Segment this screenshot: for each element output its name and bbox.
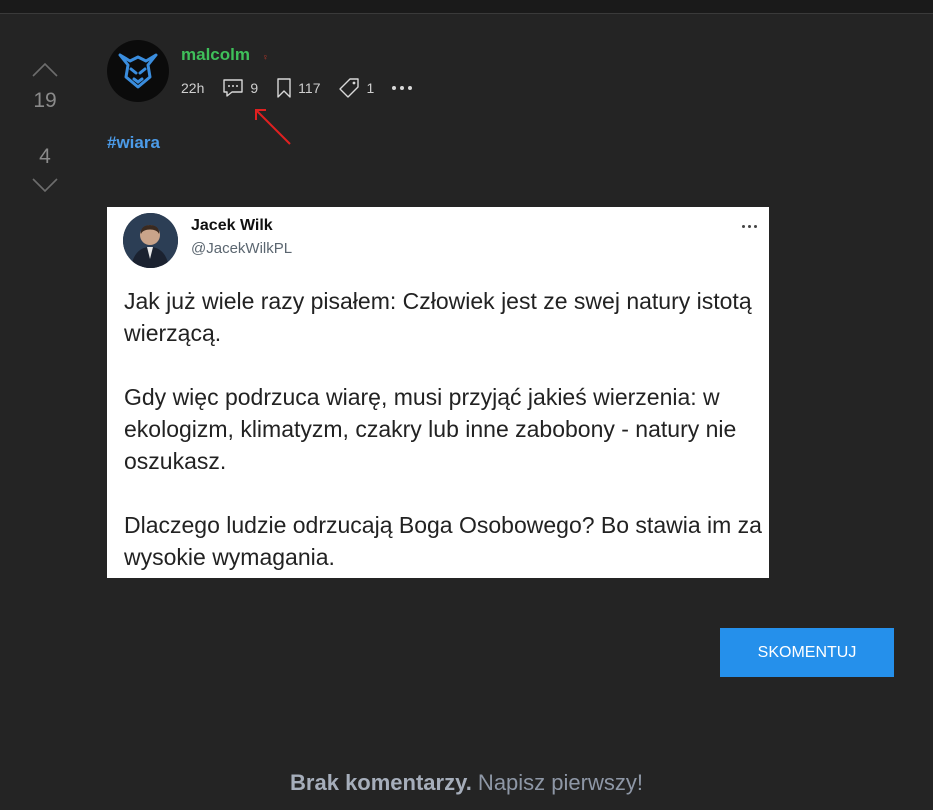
author-avatar[interactable] (107, 40, 169, 102)
tweet-more-icon (742, 225, 757, 228)
tweet-image: Jacek Wilk @JacekWilkPL Jak już wiele ra… (107, 207, 769, 578)
tweet-author-name: Jacek Wilk (191, 217, 273, 234)
tweet-text: Jak już wiele razy pisałem: Człowiek jes… (124, 285, 764, 605)
tweet-paragraph: Gdy więc podrzuca wiarę, musi przyjąć ja… (124, 384, 737, 474)
tweet-paragraph: Dlaczego ludzie odrzucają Boga Osobowego… (124, 512, 762, 570)
save-button[interactable]: 117 (276, 78, 320, 98)
upvote-count: 19 (33, 89, 57, 112)
comments-count: 9 (250, 80, 259, 96)
top-bar (0, 0, 933, 14)
wolf-logo-icon (118, 53, 158, 89)
bookmark-icon (277, 78, 291, 98)
post-tag[interactable]: #wiara (107, 133, 160, 153)
comments-link[interactable]: 9 (222, 78, 258, 98)
empty-comments-message: Brak komentarzy. Napisz pierwszy! (0, 770, 933, 796)
comment-button[interactable]: SKOMENTUJ (720, 628, 894, 677)
gender-icon: ♀ (262, 52, 269, 62)
post-time: 22h (181, 80, 205, 96)
upvote-button[interactable] (31, 60, 59, 80)
downvote-count: 4 (39, 145, 51, 168)
empty-comments-bold: Brak komentarzy. (290, 770, 472, 795)
chevron-down-icon (32, 178, 58, 193)
author-name[interactable]: malcolm (181, 45, 250, 65)
tag-icon (339, 78, 360, 98)
tweet-author-handle: @JacekWilkPL (191, 240, 293, 257)
saves-count: 117 (298, 80, 321, 96)
post-meta: 22h 9 117 1 (181, 78, 413, 98)
chevron-up-icon (32, 62, 58, 77)
tweet-paragraph: Jak już wiele razy pisałem: Człowiek jes… (124, 288, 752, 346)
more-options-button[interactable] (392, 86, 413, 90)
tags-button[interactable]: 1 (338, 78, 374, 98)
empty-comments-link[interactable]: Napisz pierwszy! (472, 770, 643, 795)
person-portrait-icon (123, 213, 178, 268)
annotation-arrow-icon (255, 109, 291, 145)
downvote-button[interactable] (31, 175, 59, 195)
tweet-avatar (123, 213, 178, 268)
tags-count: 1 (366, 80, 375, 96)
comment-icon (223, 79, 244, 97)
